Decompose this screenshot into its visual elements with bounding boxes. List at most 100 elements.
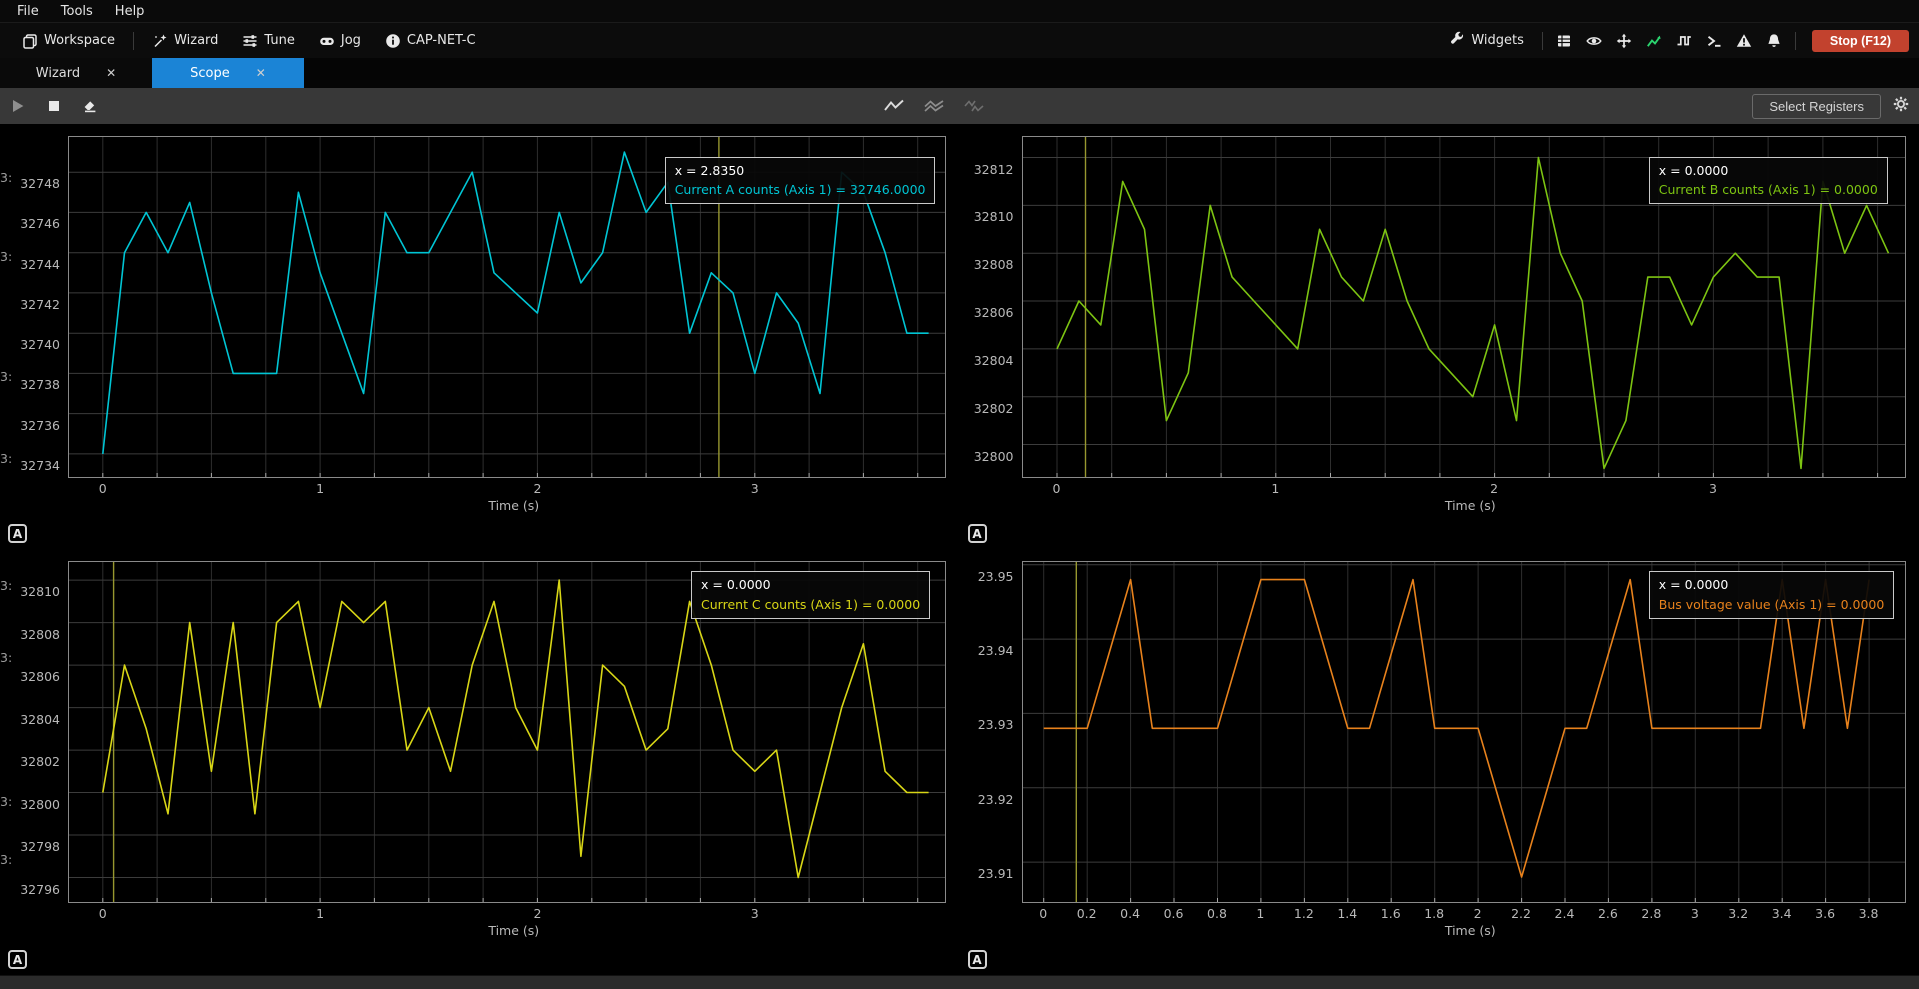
terminal-icon-button[interactable] — [1699, 27, 1729, 55]
jog-button[interactable]: Jog — [307, 23, 373, 58]
x-axis-title: Time (s) — [960, 923, 1919, 941]
widgets-button[interactable]: Widgets — [1437, 23, 1536, 58]
x-axis-labels: 0123 — [0, 478, 960, 498]
autoscale-button[interactable]: A — [8, 950, 27, 969]
line-chart-icon-button[interactable] — [1639, 27, 1669, 55]
y-tick-label: 23.94 — [978, 643, 1014, 658]
autoscale-button[interactable]: A — [968, 950, 987, 969]
overlay-plot-icon[interactable] — [923, 98, 945, 114]
plot-area[interactable]: x = 0.0000Current C counts (Axis 1) = 0.… — [68, 561, 946, 903]
main-toolbar: WorkspaceWizardTuneJogCAP-NET-C Widgets … — [0, 22, 1919, 58]
stop-icon[interactable] — [46, 98, 62, 114]
y-tick-label: 32748 — [20, 176, 60, 191]
x-tick-label: 1 — [295, 481, 345, 496]
wizard-button[interactable]: Wizard — [140, 23, 230, 58]
toolbar-button-label: Jog — [341, 33, 361, 48]
tab-label: Wizard — [36, 66, 80, 81]
split-plot-icon[interactable] — [963, 98, 985, 114]
x-tick-label: 3.8 — [1844, 906, 1894, 921]
y-tick-label: 32740 — [20, 337, 60, 352]
y-tick-label: 23.92 — [978, 792, 1014, 807]
cap-net-c-button[interactable]: CAP-NET-C — [373, 23, 488, 58]
tooltip-x-value: x = 0.0000 — [701, 575, 920, 594]
chart-current-b[interactable]: 32800328023280432806328083281032812x = 0… — [960, 124, 1919, 549]
y-tick-label: 32798 — [20, 839, 60, 854]
clipped-axis-label: 3: — [0, 852, 11, 867]
y-tick-label: 32804 — [974, 353, 1014, 368]
menu-item-tools[interactable]: Tools — [50, 4, 104, 19]
gear-icon[interactable] — [1893, 96, 1909, 116]
cursor-tooltip: x = 0.0000Bus voltage value (Axis 1) = 0… — [1649, 571, 1895, 619]
menu-bar: FileToolsHelp — [0, 0, 1919, 22]
chart-bus-voltage[interactable]: 23.9123.9223.9323.9423.95x = 0.0000Bus v… — [960, 549, 1919, 975]
move-icon-button[interactable] — [1609, 27, 1639, 55]
workspace-button[interactable]: Workspace — [10, 23, 127, 58]
clipped-axis-label: 3: — [0, 578, 11, 593]
clipped-axis-label: 3: — [0, 170, 11, 185]
tooltip-series-value: Bus voltage value (Axis 1) = 0.0000 — [1659, 595, 1885, 614]
toolbar-divider — [1795, 32, 1796, 50]
select-registers-button[interactable]: Select Registers — [1752, 94, 1881, 119]
x-tick-label: 0 — [78, 906, 128, 921]
wrench-icon — [1449, 31, 1465, 51]
clipped-axis-label: 3: — [0, 650, 11, 665]
chart-current-a[interactable]: 3273432736327383274032742327443274632748… — [0, 124, 960, 549]
close-icon[interactable]: ✕ — [106, 66, 116, 80]
toolbar-divider — [133, 32, 134, 50]
y-tick-label: 32742 — [20, 297, 60, 312]
table-icon — [1556, 33, 1572, 49]
single-plot-icon[interactable] — [883, 98, 905, 114]
y-axis-gutter: 23.9123.9223.9323.9423.95 — [960, 561, 1022, 903]
eye-icon-button[interactable] — [1579, 27, 1609, 55]
toolbar-button-label: Wizard — [174, 33, 218, 48]
sliders-icon — [242, 33, 258, 49]
autoscale-button[interactable]: A — [8, 524, 27, 543]
table-icon-button[interactable] — [1549, 27, 1579, 55]
stop-button[interactable]: Stop (F12) — [1812, 30, 1909, 52]
menu-item-file[interactable]: File — [6, 4, 50, 19]
eraser-icon[interactable] — [82, 98, 98, 114]
plot-area[interactable]: x = 0.0000Bus voltage value (Axis 1) = 0… — [1022, 561, 1906, 903]
y-tick-label: 32808 — [974, 257, 1014, 272]
tooltip-x-value: x = 0.0000 — [1659, 161, 1878, 180]
y-tick-label: 32738 — [20, 377, 60, 392]
plot-area[interactable]: x = 0.0000Current B counts (Axis 1) = 0.… — [1022, 136, 1906, 478]
x-tick-label: 2 — [1469, 481, 1519, 496]
x-tick-label: 1 — [295, 906, 345, 921]
y-tick-label: 32806 — [20, 669, 60, 684]
tooltip-x-value: x = 2.8350 — [675, 161, 926, 180]
cursor-tooltip: x = 0.0000Current B counts (Axis 1) = 0.… — [1649, 157, 1888, 205]
x-tick-label: 0 — [78, 481, 128, 496]
toolbar-divider — [1542, 32, 1543, 50]
scope-chart-grid: 3273432736327383274032742327443274632748… — [0, 124, 1919, 975]
autoscale-button[interactable]: A — [968, 524, 987, 543]
tab-scope[interactable]: Scope ✕ — [152, 58, 304, 88]
y-tick-label: 32804 — [20, 712, 60, 727]
play-icon[interactable] — [10, 98, 26, 114]
tab-label: Scope — [190, 66, 230, 81]
cursor-tooltip: x = 0.0000Current C counts (Axis 1) = 0.… — [691, 571, 930, 619]
plot-area[interactable]: x = 2.8350Current A counts (Axis 1) = 32… — [68, 136, 946, 478]
toolbar-button-label: Workspace — [44, 33, 115, 48]
x-axis-labels: 00.20.40.60.811.21.41.61.822.22.42.62.83… — [960, 903, 1919, 923]
x-tick-label: 3 — [1688, 481, 1738, 496]
x-tick-label: 0 — [1032, 481, 1082, 496]
x-tick-label: 2 — [512, 906, 562, 921]
y-tick-label: 32734 — [20, 458, 60, 473]
eye-icon — [1586, 33, 1602, 49]
bell-icon — [1766, 33, 1782, 49]
tab-wizard[interactable]: Wizard ✕ — [0, 58, 152, 88]
x-axis-labels: 0123 — [0, 903, 960, 923]
square-wave-icon-button[interactable] — [1669, 27, 1699, 55]
bell-icon-button[interactable] — [1759, 27, 1789, 55]
close-icon[interactable]: ✕ — [256, 66, 266, 80]
chart-current-c[interactable]: 3279632798328003280232804328063280832810… — [0, 549, 960, 975]
warning-icon-button[interactable] — [1729, 27, 1759, 55]
tooltip-x-value: x = 0.0000 — [1659, 575, 1885, 594]
menu-item-help[interactable]: Help — [104, 4, 156, 19]
y-tick-label: 32744 — [20, 257, 60, 272]
clipped-axis-label: 3: — [0, 451, 11, 466]
tune-button[interactable]: Tune — [230, 23, 306, 58]
tooltip-series-value: Current A counts (Axis 1) = 32746.0000 — [675, 180, 926, 199]
y-tick-label: 23.91 — [978, 866, 1014, 881]
